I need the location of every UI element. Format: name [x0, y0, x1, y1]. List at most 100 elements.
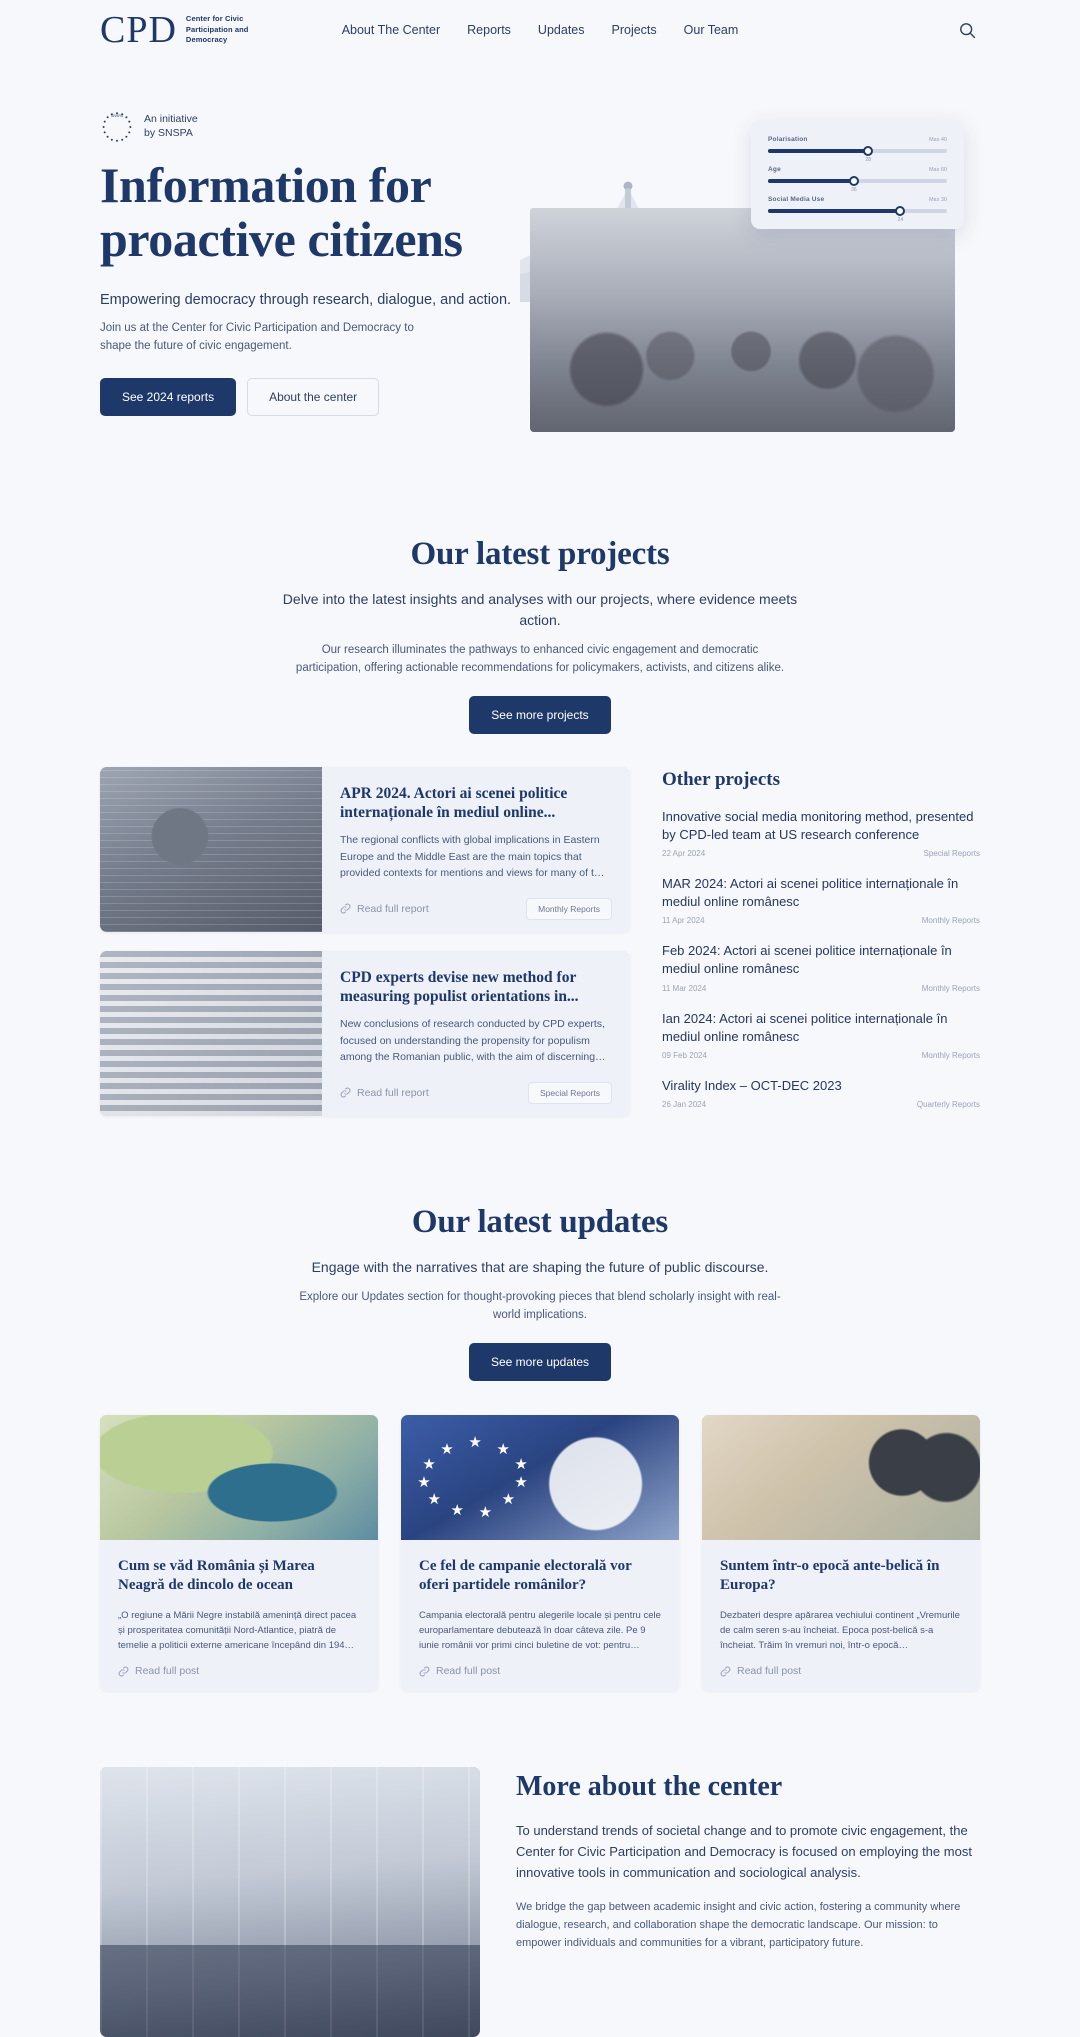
- projects-title: Our latest projects: [410, 535, 670, 572]
- update-card-title: Suntem într-o epocă ante-belică în Europ…: [720, 1557, 940, 1594]
- link-icon: [340, 1087, 351, 1098]
- slider-max-polarisation: Max 40: [928, 137, 947, 143]
- project-card-description: The regional conflicts with global impli…: [340, 834, 605, 879]
- read-link-label: Read full post: [436, 1665, 501, 1678]
- about-photo-conference-room: [100, 1767, 480, 2037]
- project-card-title: APR 2024. Actori ai scenei politice inte…: [340, 784, 568, 822]
- nav-item-reports[interactable]: Reports: [467, 23, 511, 37]
- list-item[interactable]: Feb 2024: Actori ai scenei politice inte…: [662, 942, 980, 992]
- other-project-tag: Monthly Reports: [921, 983, 980, 993]
- update-card-title: Cum se văd România și Marea Neagră de di…: [118, 1557, 315, 1594]
- project-card-description: New conclusions of research conducted by…: [340, 1018, 606, 1063]
- snspa-ring-label: SNSPA: [111, 114, 124, 118]
- site-logo[interactable]: CPD Center for Civic Participation and D…: [100, 11, 256, 49]
- projects-lead: Delve into the latest insights and analy…: [282, 590, 798, 628]
- nav-item-updates[interactable]: Updates: [538, 23, 585, 37]
- slider-track-age[interactable]: 36: [768, 176, 947, 193]
- logo-subtitle: Center for Civic Participation and Democ…: [185, 13, 249, 45]
- other-project-tag: Quarterly Reports: [916, 1100, 980, 1110]
- read-link-label: Read full post: [737, 1665, 802, 1678]
- about-content: More about the center To understand tren…: [100, 1767, 980, 2037]
- snspa-badge-line2: by SNSPA: [144, 127, 193, 139]
- other-project-date: 09 Feb 2024: [662, 1051, 707, 1061]
- projects-section: Our latest projects Delve into the lates…: [0, 536, 1080, 1126]
- nav-item-about-the-center[interactable]: About The Center: [342, 23, 440, 37]
- update-card[interactable]: ★ ★ ★ ★ ★ ★ ★ ★ ★ ★ ★ Ce fel de campanie elec…: [401, 1414, 679, 1692]
- other-projects-title: Other projects: [662, 768, 781, 790]
- other-project-title: MAR 2024: Actori ai scenei politice inte…: [662, 875, 959, 910]
- list-item[interactable]: MAR 2024: Actori ai scenei politice inte…: [662, 875, 980, 925]
- projects-description: Our research illuminates the pathways to…: [295, 643, 785, 674]
- read-full-report-link[interactable]: Read full report: [340, 1087, 429, 1099]
- slider-track-social-media-use[interactable]: 24: [768, 206, 947, 223]
- search-icon[interactable]: [954, 17, 980, 43]
- slider-track-polarisation[interactable]: 28: [768, 146, 947, 163]
- update-card-description: Dezbateri despre apărarea vechiului cont…: [720, 1609, 960, 1652]
- update-card[interactable]: Cum se văd România și Marea Neagră de di…: [100, 1414, 378, 1692]
- projects-heading-block: Our latest projects Delve into the lates…: [100, 536, 980, 734]
- about-the-center-button[interactable]: About the center: [247, 377, 380, 416]
- project-card[interactable]: CPD experts devise new method for measur…: [100, 950, 630, 1116]
- hero-slider-panel: Polarisation Max 40 28 Age Max 60 36 Soc…: [751, 120, 964, 229]
- list-item[interactable]: Innovative social media monitoring metho…: [662, 808, 980, 858]
- other-project-date: 22 Apr 2024: [662, 848, 706, 858]
- slider-label-polarisation: Polarisation: [768, 136, 808, 143]
- link-icon: [720, 1666, 731, 1677]
- snspa-initiative-badge: SNSPA An initiative by SNSPA: [100, 110, 520, 144]
- other-project-tag: Monthly Reports: [921, 1051, 980, 1061]
- updates-card-grid: Cum se văd România și Marea Neagră de di…: [100, 1414, 980, 1692]
- projects-content: APR 2024. Actori ai scenei politice inte…: [100, 766, 980, 1127]
- updates-lead: Engage with the narratives that are shap…: [311, 1259, 769, 1276]
- slider-row-social-media-use: Social Media Use Max 30 24: [768, 196, 947, 223]
- nav-item-our-team[interactable]: Our Team: [684, 23, 739, 37]
- snspa-ring-icon: SNSPA: [100, 110, 134, 144]
- about-paragraph-2: We bridge the gap between academic insig…: [516, 1900, 961, 1950]
- project-thumbnail: [100, 950, 322, 1116]
- other-project-title: Feb 2024: Actori ai scenei politice inte…: [662, 943, 952, 977]
- other-project-title: Virality Index – OCT-DEC 2023: [662, 1078, 842, 1094]
- project-category-badge[interactable]: Special Reports: [527, 1081, 612, 1104]
- update-thumbnail-map: [100, 1414, 378, 1540]
- hero-photo-roundtable: [530, 208, 955, 432]
- project-category-badge[interactable]: Monthly Reports: [526, 897, 612, 920]
- snspa-badge-line1: An initiative: [144, 113, 198, 126]
- other-project-title: Innovative social media monitoring metho…: [662, 808, 974, 842]
- hero-media: Polarisation Max 40 28 Age Max 60 36 Soc…: [520, 98, 980, 432]
- project-card-title: CPD experts devise new method for measur…: [340, 968, 579, 1006]
- eu-stars-icon: ★ ★ ★ ★ ★ ★ ★ ★ ★ ★ ★: [417, 1433, 528, 1521]
- slider-knob-social-media-use: [895, 206, 906, 216]
- site-header: CPD Center for Civic Participation and D…: [0, 0, 1080, 60]
- slider-row-age: Age Max 60 36: [768, 166, 947, 193]
- slider-max-social-media-use: Max 30: [928, 197, 947, 203]
- updates-description: Explore our Updates section for thought-…: [299, 1291, 781, 1322]
- read-full-report-link[interactable]: Read full report: [340, 903, 429, 915]
- slider-label-social-media-use: Social Media Use: [768, 196, 825, 203]
- updates-section: Our latest updates Engage with the narra…: [0, 1204, 1080, 1692]
- list-item[interactable]: Virality Index – OCT-DEC 2023 26 Jan 202…: [662, 1077, 980, 1109]
- slider-row-polarisation: Polarisation Max 40 28: [768, 136, 947, 163]
- update-thumbnail-eu-flag: ★ ★ ★ ★ ★ ★ ★ ★ ★ ★ ★: [401, 1414, 679, 1540]
- project-card[interactable]: APR 2024. Actori ai scenei politice inte…: [100, 766, 630, 932]
- page-root: CPD Center for Civic Participation and D…: [0, 0, 1080, 2037]
- read-full-post-link[interactable]: Read full post: [720, 1665, 962, 1677]
- other-project-title: Ian 2024: Actori ai scenei politice inte…: [662, 1010, 948, 1044]
- see-more-projects-button[interactable]: See more projects: [469, 695, 611, 734]
- see-more-updates-button[interactable]: See more updates: [468, 1342, 612, 1381]
- see-2024-reports-button[interactable]: See 2024 reports: [100, 377, 237, 416]
- read-full-post-link[interactable]: Read full post: [118, 1665, 360, 1677]
- slider-value-polarisation: 28: [865, 157, 872, 163]
- update-card[interactable]: Suntem într-o epocă ante-belică în Europ…: [702, 1414, 980, 1692]
- hero-lead: Empowering democracy through research, d…: [100, 292, 512, 308]
- nav-item-projects[interactable]: Projects: [611, 23, 656, 37]
- slider-value-age: 36: [851, 187, 857, 193]
- hero-subtext: Join us at the Center for Civic Particip…: [100, 322, 414, 353]
- read-full-post-link[interactable]: Read full post: [419, 1665, 661, 1677]
- hero-title: Information for proactive citizens: [100, 157, 463, 267]
- about-title: More about the center: [516, 1771, 783, 1803]
- featured-projects-column: APR 2024. Actori ai scenei politice inte…: [100, 766, 630, 1127]
- update-card-description: „O regiune a Mării Negre instabilă ameni…: [118, 1609, 357, 1652]
- main-navigation: About The Center Reports Updates Project…: [342, 23, 739, 37]
- hero-copy: SNSPA An initiative by SNSPA Information…: [100, 98, 520, 416]
- list-item[interactable]: Ian 2024: Actori ai scenei politice inte…: [662, 1010, 980, 1060]
- read-link-label: Read full report: [357, 1086, 429, 1099]
